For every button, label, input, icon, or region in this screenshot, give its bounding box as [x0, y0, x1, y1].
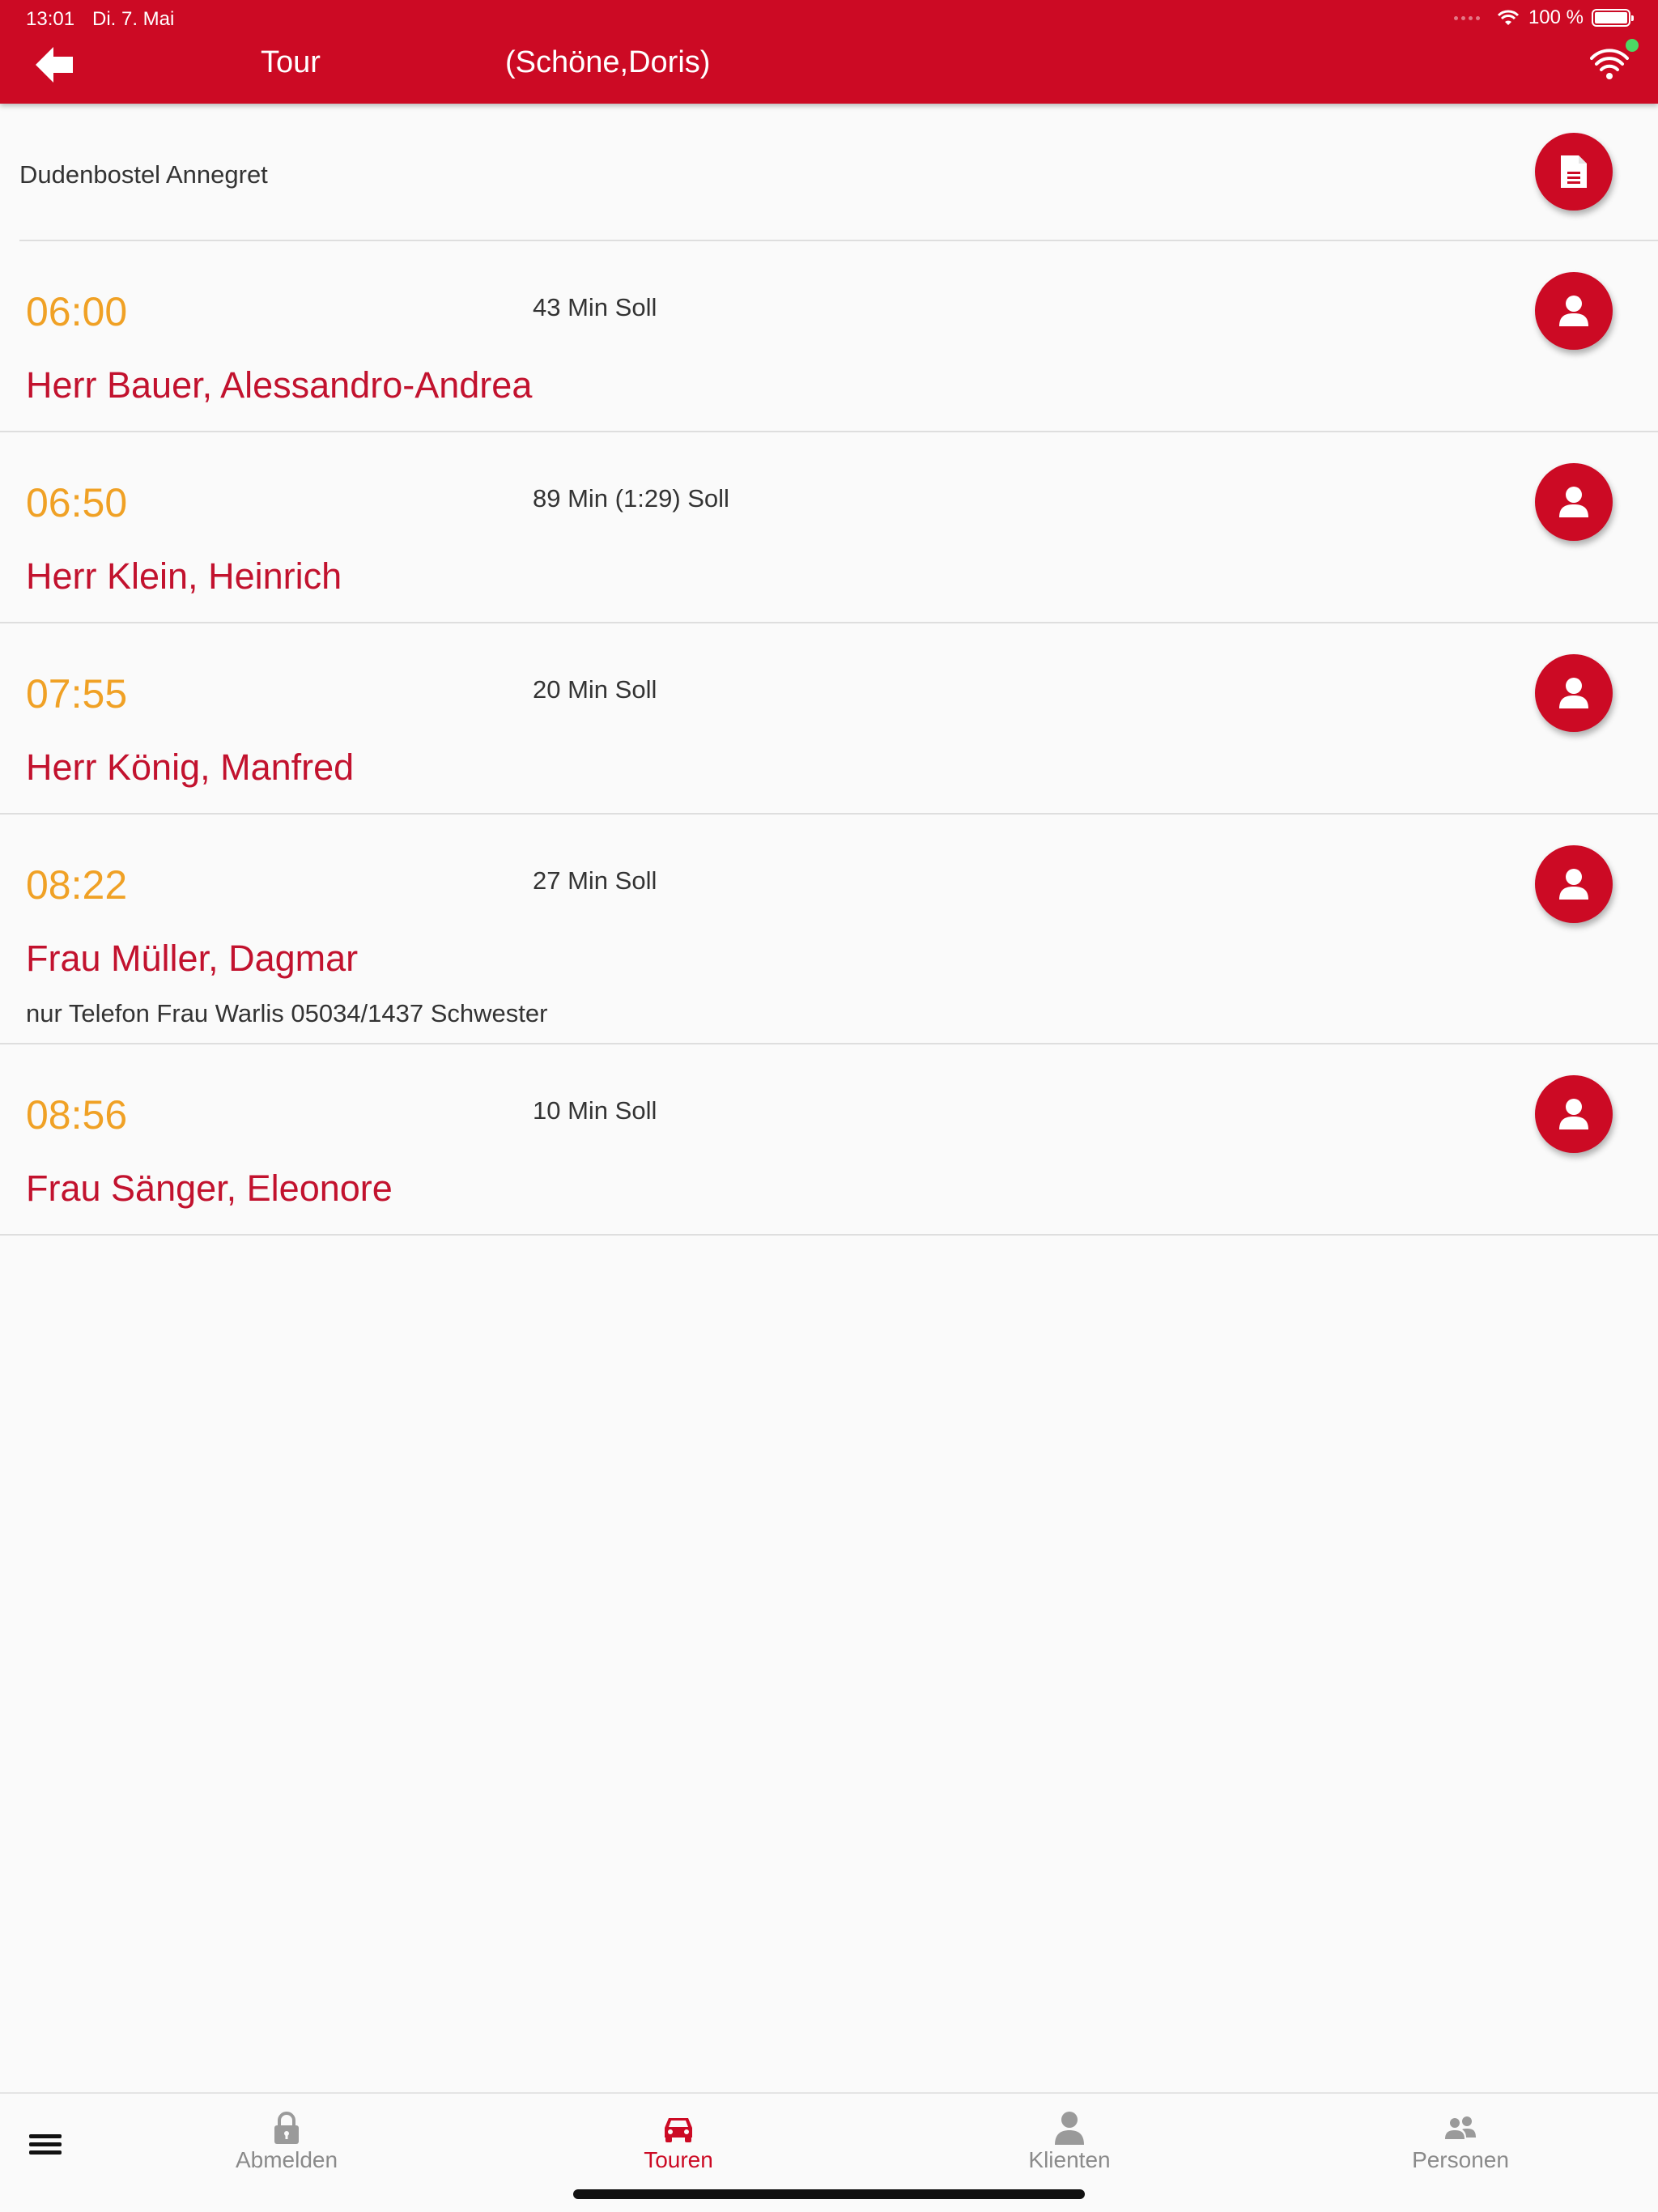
tour-duration: 27 Min Soll — [533, 866, 657, 895]
tab-label: Klienten — [1028, 2147, 1111, 2172]
client-name[interactable]: Herr Bauer, Alessandro-Andrea — [26, 364, 532, 406]
client-name[interactable]: Herr Klein, Heinrich — [26, 555, 342, 598]
client-profile-button[interactable] — [1535, 654, 1613, 732]
client-profile-button[interactable] — [1535, 463, 1613, 541]
person-icon — [1559, 869, 1588, 900]
tour-item[interactable]: 06:00 43 Min Soll Herr Bauer, Alessandro… — [0, 241, 1658, 432]
tour-duration: 10 Min Soll — [533, 1096, 657, 1125]
client-profile-button[interactable] — [1535, 845, 1613, 923]
section-label: Dudenbostel Annegret — [19, 160, 268, 189]
tour-item[interactable]: 08:22 27 Min Soll Frau Müller, Dagmar nu… — [0, 815, 1658, 1044]
home-indicator — [573, 2189, 1085, 2199]
app-header: 13:01 Di. 7. Mai 100 % Tour (Schöne,Dori… — [0, 0, 1658, 104]
hamburger-icon[interactable] — [29, 2131, 62, 2159]
wifi-icon[interactable] — [1590, 45, 1629, 84]
tab-klienten[interactable]: Klienten — [948, 2110, 1191, 2173]
cellular-signal-icon — [1453, 15, 1480, 20]
status-time: 13:01 — [26, 8, 75, 30]
tour-time: 06:00 — [26, 289, 128, 334]
battery-icon — [1592, 9, 1634, 27]
tour-list: Dudenbostel Annegret 06:00 43 Min Soll H… — [0, 104, 1658, 1236]
tab-personen[interactable]: Personen — [1339, 2110, 1582, 2173]
person-icon — [1559, 296, 1588, 326]
document-icon — [1561, 155, 1587, 188]
tour-item[interactable]: 07:55 20 Min Soll Herr König, Manfred — [0, 623, 1658, 815]
lock-icon — [274, 2112, 299, 2144]
tour-time: 08:22 — [26, 862, 128, 908]
tab-label: Touren — [644, 2147, 713, 2172]
car-icon — [665, 2118, 692, 2142]
battery-percentage: 100 % — [1528, 6, 1584, 28]
client-name[interactable]: Frau Sänger, Eleonore — [26, 1168, 393, 1210]
client-profile-button[interactable] — [1535, 1075, 1613, 1153]
tab-abmelden[interactable]: Abmelden — [165, 2110, 408, 2173]
page-subtitle: (Schöne,Doris) — [505, 45, 711, 79]
client-name[interactable]: Herr König, Manfred — [26, 747, 354, 789]
tour-duration: 20 Min Soll — [533, 675, 657, 704]
tab-touren[interactable]: Touren — [557, 2110, 800, 2173]
tour-time: 08:56 — [26, 1092, 128, 1138]
page-title: Tour — [261, 45, 321, 79]
tour-item[interactable]: 06:50 89 Min (1:29) Soll Herr Klein, Hei… — [0, 432, 1658, 623]
document-button[interactable] — [1535, 133, 1613, 211]
tour-section-header: Dudenbostel Annegret — [0, 104, 1658, 241]
tour-duration: 43 Min Soll — [533, 293, 657, 321]
status-indicators: 100 % — [1453, 6, 1634, 29]
online-status-dot — [1626, 39, 1639, 52]
tour-time: 06:50 — [26, 480, 128, 525]
tour-item[interactable]: 08:56 10 Min Soll Frau Sänger, Eleonore — [0, 1044, 1658, 1236]
tour-duration: 89 Min (1:29) Soll — [533, 484, 729, 513]
person-icon — [1055, 2112, 1084, 2145]
person-icon — [1559, 487, 1588, 517]
tour-time: 07:55 — [26, 671, 128, 717]
people-icon — [1445, 2116, 1476, 2139]
status-date: Di. 7. Mai — [92, 8, 175, 30]
client-name[interactable]: Frau Müller, Dagmar — [26, 938, 358, 980]
client-note: nur Telefon Frau Warlis 05034/1437 Schwe… — [26, 999, 548, 1027]
tab-label: Personen — [1412, 2147, 1509, 2172]
client-profile-button[interactable] — [1535, 272, 1613, 350]
person-icon — [1559, 1099, 1588, 1129]
arrow-left-icon[interactable] — [34, 45, 76, 84]
tab-label: Abmelden — [235, 2147, 338, 2172]
status-wifi-icon — [1497, 10, 1519, 25]
person-icon — [1559, 678, 1588, 708]
